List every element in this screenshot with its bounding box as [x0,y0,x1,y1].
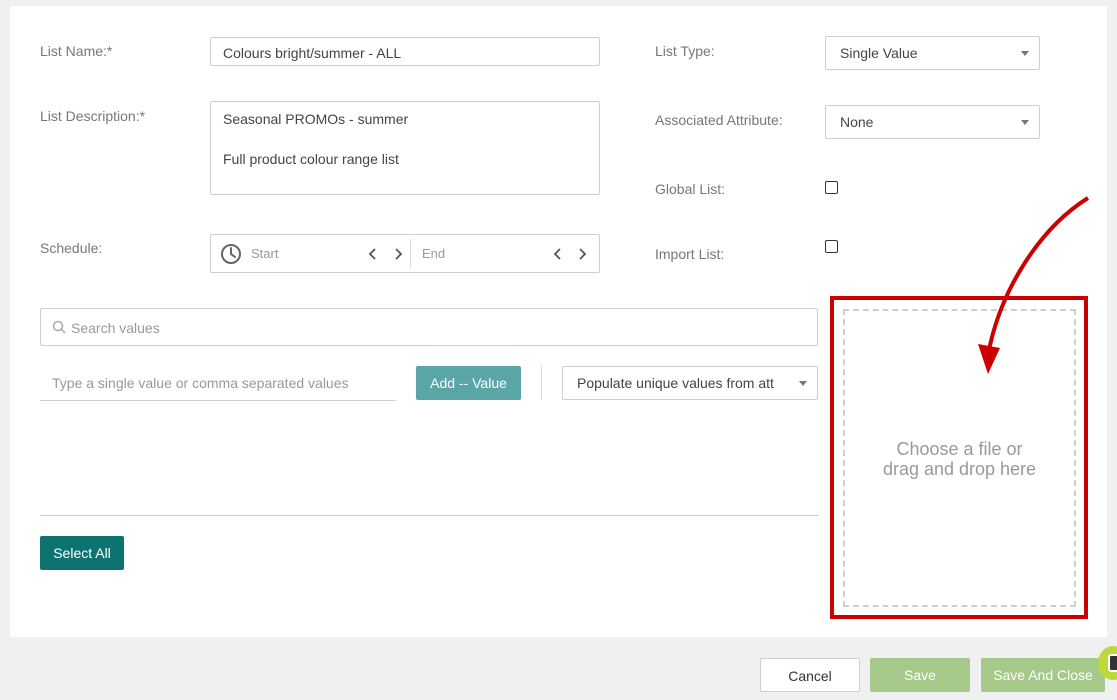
save-and-close-button[interactable]: Save And Close [981,658,1105,692]
associated-attribute-value: None [840,114,874,130]
schedule-end-input[interactable]: End [422,246,445,261]
search-icon [52,320,66,334]
list-name-value: Colours bright/summer - ALL [223,45,402,61]
list-name-label: List Name:* [40,43,113,59]
import-list-label: Import List: [655,246,725,262]
chevron-right-icon[interactable] [575,247,589,261]
list-description-textarea[interactable]: Seasonal PROMOs - summer Full product co… [210,101,600,195]
divider [541,366,542,400]
populate-values-select[interactable]: Populate unique values from att [562,366,818,400]
clock-icon [221,244,241,264]
list-name-input[interactable]: Colours bright/summer - ALL [210,37,600,66]
list-type-label: List Type: [655,43,715,59]
chevron-left-icon[interactable] [551,247,565,261]
search-values-placeholder: Search values [71,320,160,336]
select-all-button[interactable]: Select All [40,536,124,570]
global-list-label: Global List: [655,181,726,197]
list-description-label: List Description:* [40,108,146,124]
add-value-button[interactable]: Add -- Value [416,366,521,400]
divider [40,515,818,516]
list-description-line: Full product colour range list [223,151,399,167]
annotation-arrow-icon [978,196,1090,374]
cancel-button[interactable]: Cancel [760,658,860,692]
global-list-checkbox[interactable] [825,181,838,194]
caret-down-icon [1021,51,1029,56]
schedule-label: Schedule: [40,240,103,256]
list-type-select[interactable]: Single Value [825,36,1040,70]
value-entry-input[interactable]: Type a single value or comma separated v… [40,366,396,401]
save-button[interactable]: Save [870,658,970,692]
associated-attribute-select[interactable]: None [825,105,1040,139]
list-type-value: Single Value [840,45,918,61]
schedule-start-input[interactable]: Start [251,246,278,261]
chevron-left-icon[interactable] [366,247,380,261]
associated-attribute-label: Associated Attribute: [655,112,783,128]
caret-down-icon [1021,120,1029,125]
chevron-right-icon[interactable] [391,247,405,261]
search-values-input[interactable]: Search values [40,308,818,346]
schedule-range-picker[interactable]: Start End [210,234,600,273]
populate-values-value: Populate unique values from att [577,375,774,391]
value-entry-placeholder: Type a single value or comma separated v… [52,375,349,391]
caret-down-icon [799,381,807,386]
import-list-checkbox[interactable] [825,240,838,253]
range-divider [410,239,411,269]
list-description-line: Seasonal PROMOs - summer [223,111,409,127]
